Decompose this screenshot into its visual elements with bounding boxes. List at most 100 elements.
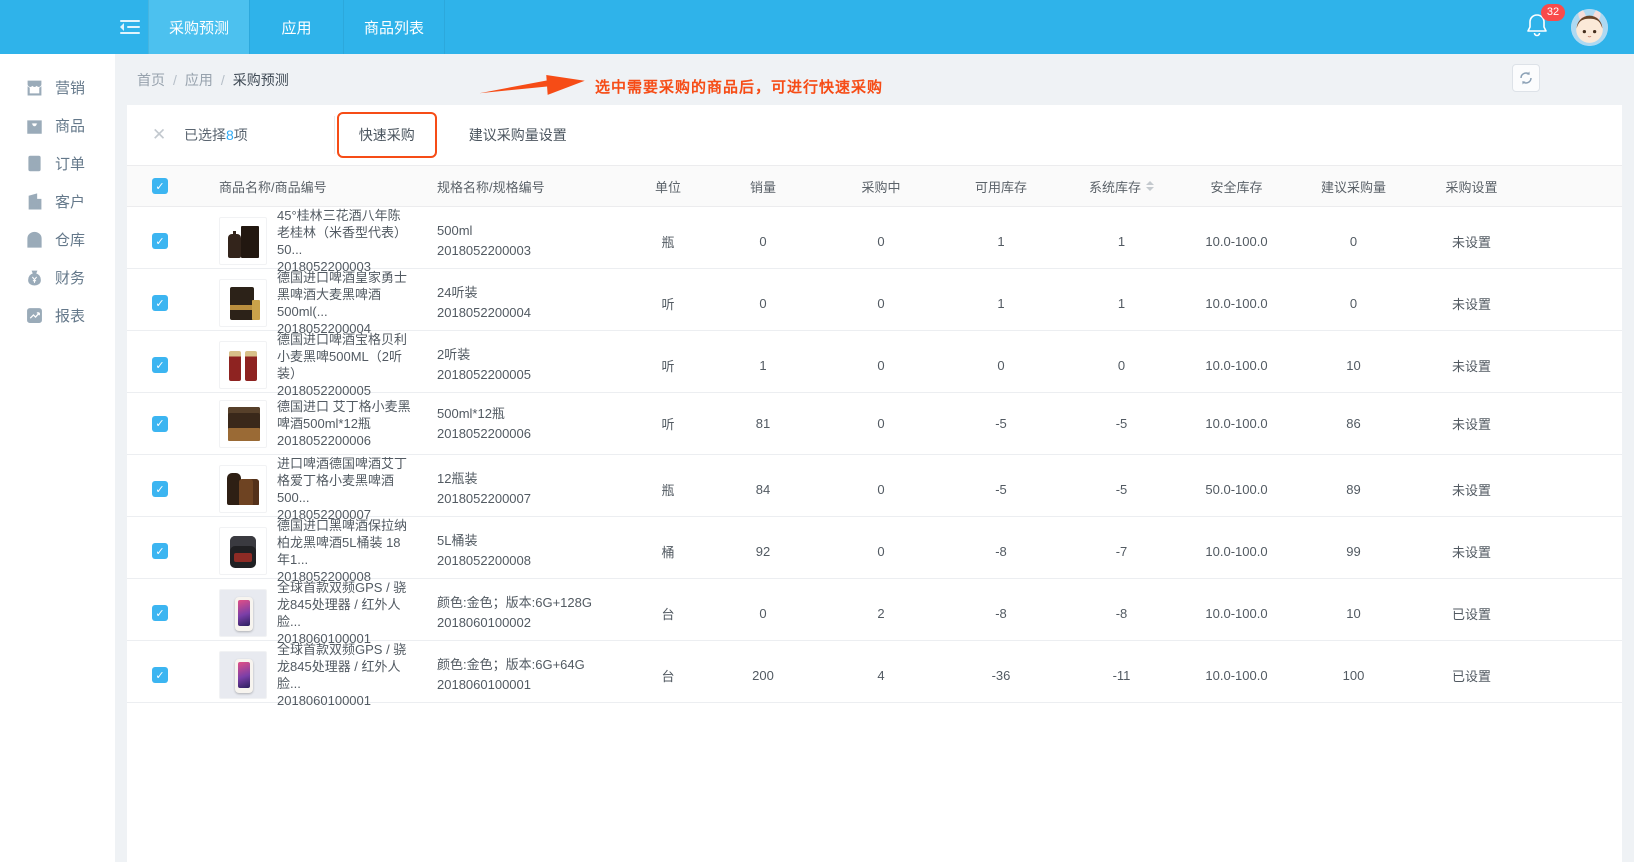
purchasing-cell: 4 [823, 668, 939, 683]
tutorial-annotation: 选中需要采购的商品后，可进行快速采购 [479, 74, 883, 98]
header-spec: 规格名称/规格编号 [411, 177, 633, 196]
sales-cell: 0 [703, 606, 823, 621]
sales-cell: 84 [703, 482, 823, 497]
spec-name: 24听装 [437, 283, 477, 303]
unit-cell: 听 [633, 414, 703, 433]
spec-code: 2018052200006 [437, 424, 531, 444]
product-thumbnail [219, 651, 267, 699]
suggest-qty-cell: 10 [1293, 358, 1414, 373]
table-row: 全球首款双频GPS / 骁龙845处理器 / 红外人脸... 201806010… [127, 579, 1622, 641]
purchasing-cell: 0 [823, 234, 939, 249]
spec-name: 12瓶装 [437, 469, 477, 489]
header-purchase-setting: 采购设置 [1414, 177, 1529, 196]
user-avatar[interactable] [1571, 9, 1608, 46]
product-name: 45°桂林三花酒八年陈老桂林（米香型代表）50... [277, 207, 411, 258]
product-code: 2018052200006 [277, 432, 411, 449]
purchasing-cell: 0 [823, 416, 939, 431]
sales-cell: 1 [703, 358, 823, 373]
sidebar-item-warehouse[interactable]: 仓库 [0, 220, 115, 258]
header-purchasing: 采购中 [823, 177, 939, 196]
product-thumbnail [219, 589, 267, 637]
product-thumbnail [219, 465, 267, 513]
safe-stock-cell: 10.0-100.0 [1180, 606, 1293, 621]
sort-icons[interactable] [1146, 181, 1154, 191]
money-bag-icon [26, 269, 43, 286]
spec-code: 2018052200004 [437, 303, 531, 323]
sidebar-item-finance[interactable]: 财务 [0, 258, 115, 296]
row-checkbox[interactable] [152, 233, 168, 249]
storefront-icon [26, 79, 43, 96]
system-stock-cell: 1 [1063, 296, 1180, 311]
annotation-text: 选中需要采购的商品后，可进行快速采购 [595, 76, 883, 97]
table-row: 进口啤酒德国啤酒艾丁格爱丁格小麦黑啤酒500... 2018052200007 … [127, 455, 1622, 517]
safe-stock-cell: 10.0-100.0 [1180, 358, 1293, 373]
warehouse-icon [26, 231, 43, 248]
notification-count-badge: 32 [1541, 4, 1565, 21]
sidebar-collapse-icon[interactable] [112, 0, 148, 54]
available-stock-cell: -8 [939, 606, 1063, 621]
available-stock-cell: 0 [939, 358, 1063, 373]
row-checkbox[interactable] [152, 667, 168, 683]
suggest-qty-setting-button[interactable]: 建议采购量设置 [469, 125, 567, 145]
table-row: 45°桂林三花酒八年陈老桂林（米香型代表）50... 2018052200003… [127, 207, 1622, 269]
purchasing-cell: 0 [823, 296, 939, 311]
available-stock-cell: -5 [939, 482, 1063, 497]
customer-building-icon [26, 193, 43, 210]
quick-purchase-button[interactable]: 快速采购 [359, 127, 415, 143]
system-stock-cell: -11 [1063, 668, 1180, 683]
product-name: 全球首款双频GPS / 骁龙845处理器 / 红外人脸... [277, 579, 411, 630]
spec-name: 2听装 [437, 345, 470, 365]
product-name: 德国进口 艾丁格小麦黑啤酒500ml*12瓶 [277, 398, 411, 432]
sidebar-item-orders[interactable]: 订单 [0, 144, 115, 182]
header-available-stock: 可用库存 [939, 177, 1063, 196]
unit-cell: 桶 [633, 542, 703, 561]
purchase-setting-cell: 未设置 [1414, 356, 1529, 375]
available-stock-cell: 1 [939, 234, 1063, 249]
system-stock-cell: -5 [1063, 416, 1180, 431]
sidebar-item-label: 商品 [55, 115, 85, 136]
select-all-checkbox[interactable] [152, 178, 168, 194]
suggest-qty-cell: 0 [1293, 234, 1414, 249]
sidebar-item-products[interactable]: 商品 [0, 106, 115, 144]
product-name: 德国进口黑啤酒保拉纳柏龙黑啤酒5L桶装 18年1... [277, 517, 411, 568]
selection-toolbar: ✕ 已选择8项 快速采购 建议采购量设置 [127, 105, 1622, 165]
sales-cell: 92 [703, 544, 823, 559]
spec-code: 2018052200005 [437, 365, 531, 385]
toolbar-divider [334, 116, 335, 154]
row-checkbox[interactable] [152, 605, 168, 621]
clear-selection-icon[interactable]: ✕ [152, 125, 168, 145]
tab-purchase-forecast[interactable]: 采购预测 [148, 0, 249, 54]
header-system-stock: 系统库存 [1063, 177, 1180, 196]
safe-stock-cell: 50.0-100.0 [1180, 482, 1293, 497]
system-stock-cell: 1 [1063, 234, 1180, 249]
row-checkbox[interactable] [152, 295, 168, 311]
table-body: 45°桂林三花酒八年陈老桂林（米香型代表）50... 2018052200003… [127, 207, 1622, 703]
sidebar-item-reports[interactable]: 报表 [0, 296, 115, 334]
header-unit: 单位 [633, 177, 703, 196]
suggest-qty-cell: 89 [1293, 482, 1414, 497]
avatar-cartoon-icon [1571, 9, 1608, 46]
refresh-button[interactable] [1512, 64, 1540, 92]
purchase-setting-cell: 未设置 [1414, 414, 1529, 433]
selected-suffix: 项 [234, 127, 248, 143]
tab-product-list[interactable]: 商品列表 [343, 0, 445, 54]
breadcrumb-apps[interactable]: 应用 [185, 70, 213, 90]
row-checkbox[interactable] [152, 481, 168, 497]
sidebar-item-marketing[interactable]: 营销 [0, 68, 115, 106]
main-content: 首页 / 应用 / 采购预测 选中需要采购的商品后，可进行快速采购 ✕ 已选择8… [127, 54, 1622, 862]
purchase-setting-cell: 已设置 [1414, 604, 1529, 623]
hamburger-icon [120, 20, 140, 34]
breadcrumb-home[interactable]: 首页 [137, 70, 165, 90]
sidebar-item-label: 订单 [55, 153, 85, 174]
breadcrumb-current: 采购预测 [233, 70, 289, 90]
tab-apps[interactable]: 应用 [249, 0, 343, 54]
sidebar-item-customers[interactable]: 客户 [0, 182, 115, 220]
purchase-setting-cell: 未设置 [1414, 542, 1529, 561]
row-checkbox[interactable] [152, 543, 168, 559]
sidebar-item-label: 报表 [55, 305, 85, 326]
row-checkbox[interactable] [152, 416, 168, 432]
selected-count-text: 已选择8项 [184, 125, 248, 145]
notification-bell-icon[interactable]: 32 [1525, 12, 1549, 43]
top-navigation-bar: 采购预测 应用 商品列表 32 [0, 0, 1634, 54]
row-checkbox[interactable] [152, 357, 168, 373]
